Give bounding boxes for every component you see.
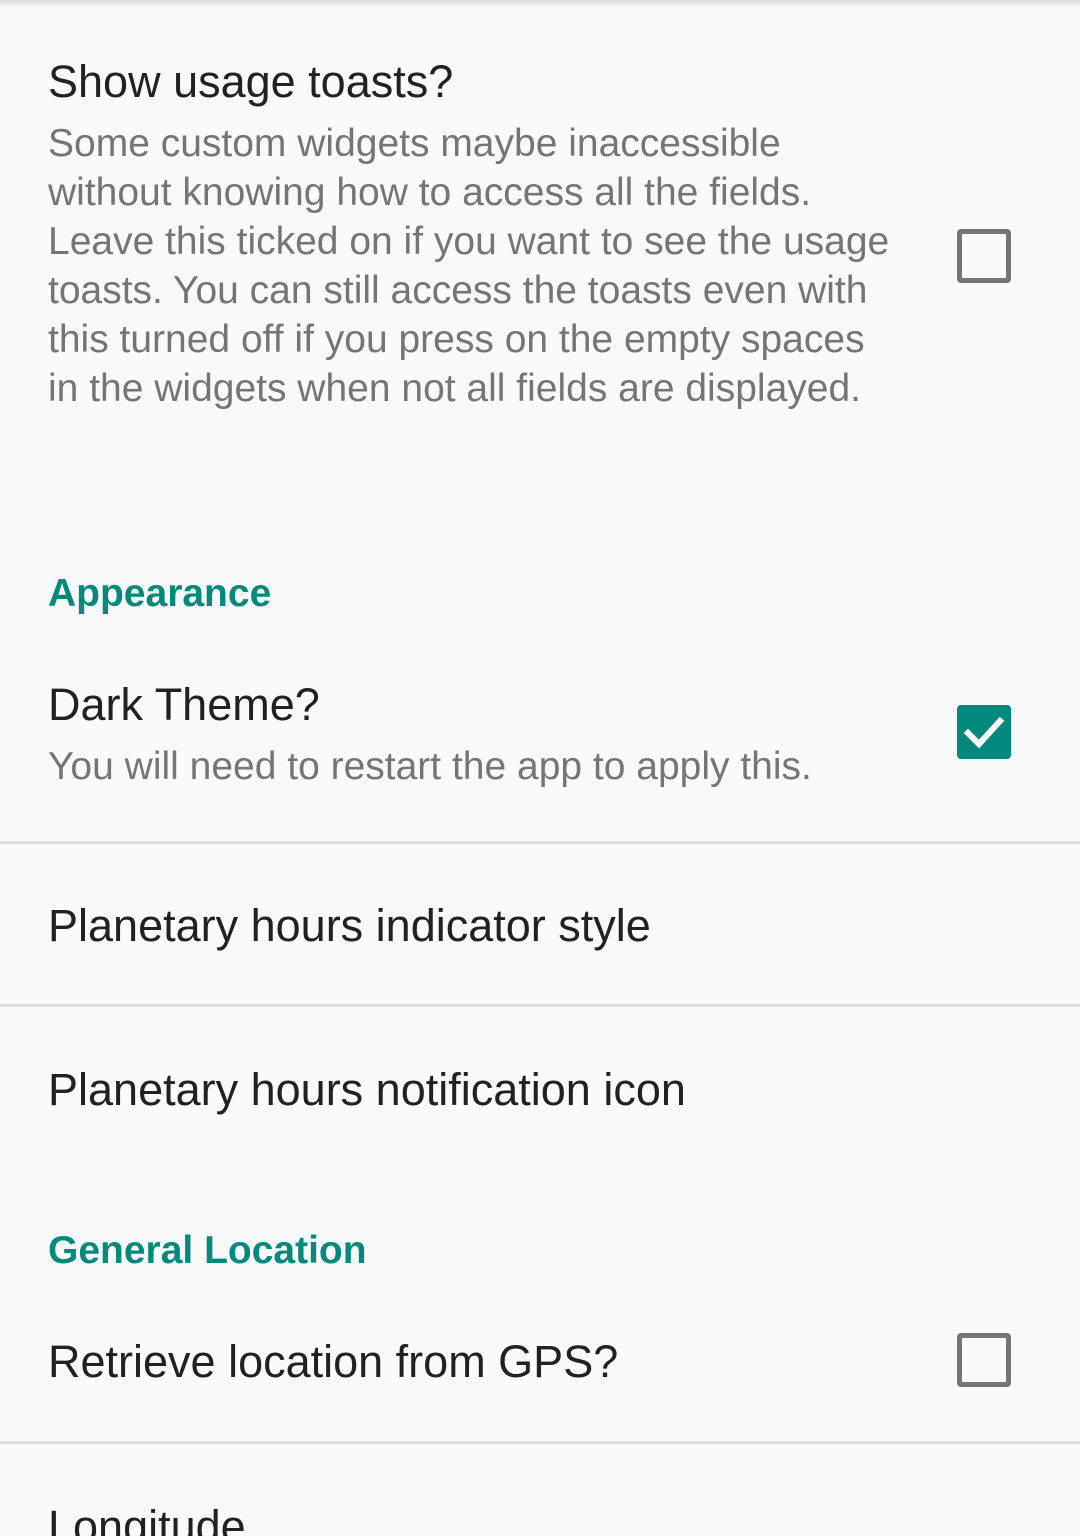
- pref-indicator-style-title: Planetary hours indicator style: [48, 900, 651, 951]
- dark-theme-checkbox[interactable]: [957, 705, 1011, 759]
- pref-gps[interactable]: Retrieve location from GPS?: [0, 1290, 1080, 1441]
- pref-dark-theme[interactable]: Dark Theme? You will need to restart the…: [0, 640, 1080, 842]
- checkmark-icon: [963, 716, 1005, 749]
- gps-checkbox[interactable]: [957, 1333, 1011, 1387]
- pref-notification-icon-title: Planetary hours notification icon: [48, 1064, 686, 1115]
- pref-dark-theme-summary: You will need to restart the app to appl…: [48, 745, 812, 788]
- pref-indicator-style[interactable]: Planetary hours indicator style: [0, 844, 1080, 1005]
- pref-longitude[interactable]: Longitude: [0, 1444, 1080, 1536]
- category-general-location: General Location: [48, 1229, 367, 1272]
- category-appearance: Appearance: [48, 572, 272, 615]
- settings-screen: Show usage toasts? Some custom widgets m…: [0, 0, 1080, 1536]
- pref-usage-toasts-summary: Some custom widgets maybe inaccessible w…: [48, 122, 890, 410]
- usage-toasts-checkbox[interactable]: [957, 229, 1011, 283]
- pref-longitude-title: Longitude: [48, 1501, 246, 1536]
- pref-usage-toasts-title: Show usage toasts?: [48, 56, 454, 107]
- pref-dark-theme-title: Dark Theme?: [48, 679, 320, 730]
- pref-usage-toasts[interactable]: Show usage toasts? Some custom widgets m…: [0, 0, 1080, 500]
- pref-gps-title: Retrieve location from GPS?: [48, 1336, 619, 1387]
- pref-notification-icon[interactable]: Planetary hours notification icon: [0, 1007, 1080, 1170]
